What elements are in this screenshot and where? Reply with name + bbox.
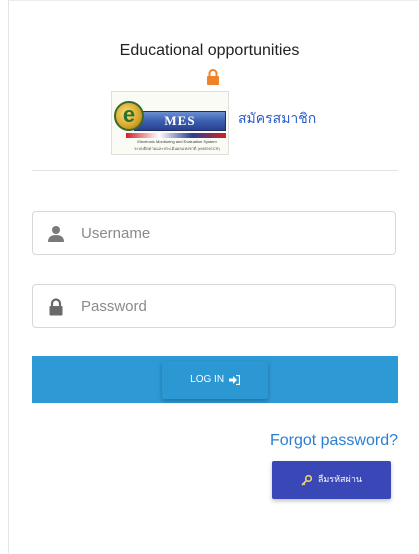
- page-title: Educational opportunities: [119, 42, 300, 59]
- lock-icon: [49, 298, 63, 316]
- forgot-password-link[interactable]: Forgot password?: [270, 432, 398, 450]
- key-icon: [301, 474, 313, 486]
- logo-banner-text: MES: [164, 113, 196, 128]
- lock-icon: [207, 69, 219, 85]
- reset-password-label: ลืมรหัสผ่าน: [317, 475, 363, 485]
- logo-subtitle: Electronic Monitoring and Evaluation Sys…: [137, 139, 217, 144]
- username-input[interactable]: [81, 212, 381, 254]
- password-field[interactable]: [32, 284, 396, 328]
- emes-logo: MES e Electronic Monitoring and Evaluati…: [111, 91, 229, 155]
- username-field[interactable]: [32, 211, 396, 255]
- logo-flag-stripe: [126, 133, 226, 138]
- login-button[interactable]: LOG IN: [162, 361, 268, 399]
- sign-in-icon: [228, 374, 240, 386]
- reset-password-button[interactable]: ลืมรหัสผ่าน: [272, 461, 391, 499]
- logo-banner: MES: [134, 111, 226, 131]
- logo-e-emblem: e: [114, 101, 144, 131]
- divider: [32, 170, 398, 171]
- password-input[interactable]: [81, 285, 381, 327]
- register-link[interactable]: สมัครสมาชิก: [238, 108, 316, 130]
- login-button-label: LOG IN: [190, 374, 225, 385]
- user-icon: [48, 226, 64, 242]
- logo-subtitle-thai: ระบบติดตามและประเมินผลแห่งชาติ (eMENSCR): [134, 146, 220, 151]
